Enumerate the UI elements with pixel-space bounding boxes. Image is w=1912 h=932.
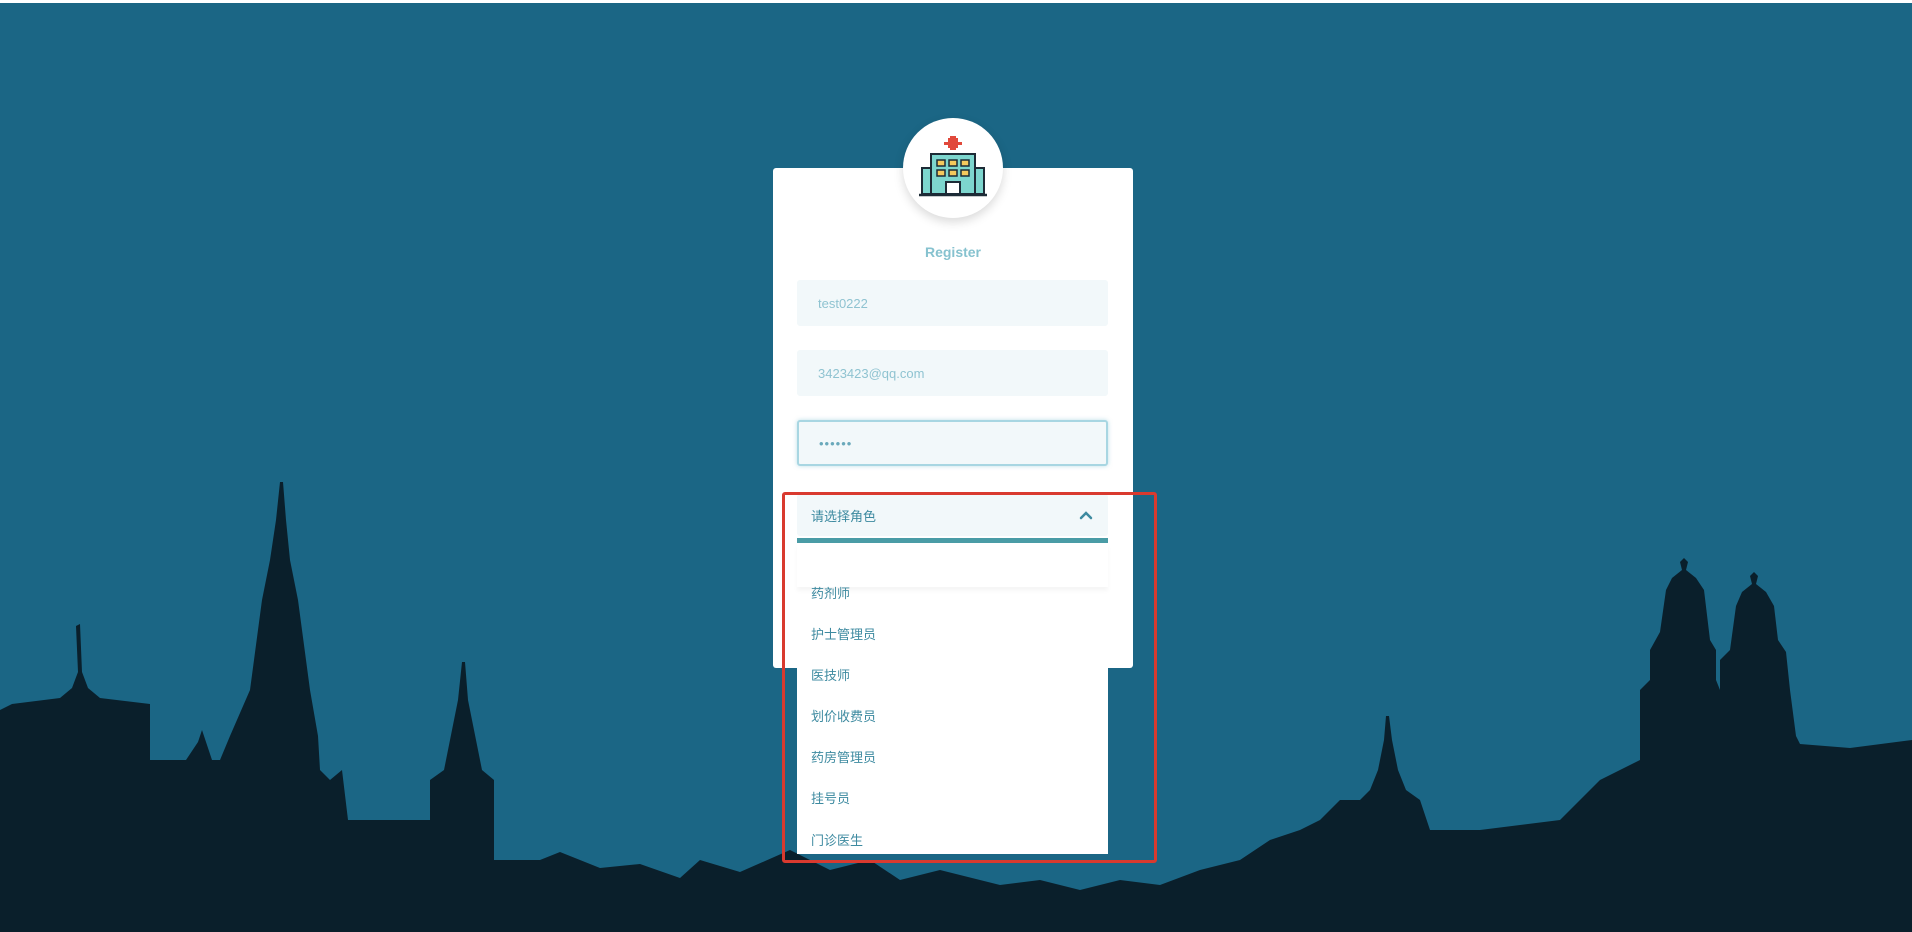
role-dropdown: 药剂师 护士管理员 医技师 划价收费员 药房管理员 挂号员 门诊医生 [797,538,1108,854]
role-option[interactable]: 门诊医生 [811,830,863,849]
hospital-icon [919,136,987,197]
logo-badge [903,118,1003,218]
form-title: Register [924,244,982,260]
role-option[interactable]: 划价收费员 [811,706,876,725]
role-select-placeholder: 请选择角色 [811,509,877,525]
role-search-input[interactable] [797,543,1108,587]
role-option[interactable]: 药房管理员 [811,747,876,766]
password-field[interactable] [797,420,1108,466]
username-field[interactable] [797,280,1108,326]
chevron-up-icon[interactable] [1078,507,1094,523]
role-option[interactable]: 医技师 [811,665,850,684]
role-option[interactable]: 药剂师 [811,583,850,602]
role-select[interactable]: 请选择角色 [797,494,1108,536]
role-option[interactable]: 护士管理员 [811,624,876,643]
role-option[interactable]: 挂号员 [811,788,850,807]
email-field[interactable] [797,350,1108,396]
